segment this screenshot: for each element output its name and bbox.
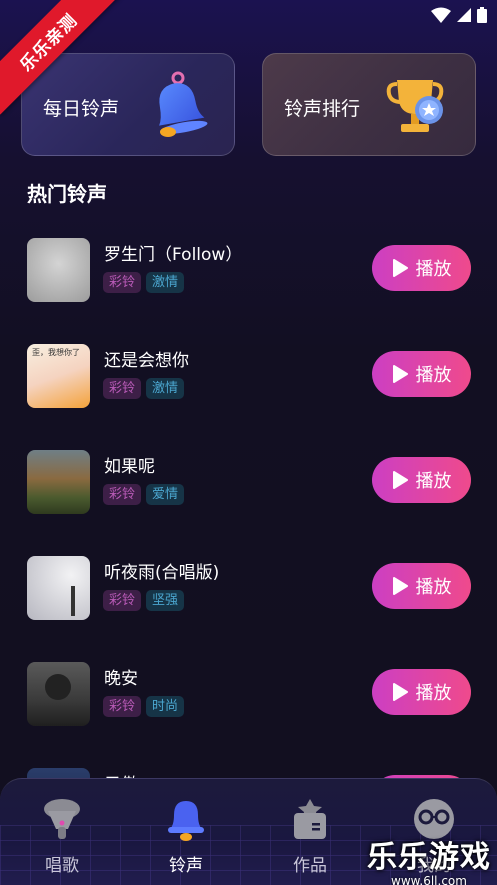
wifi-icon xyxy=(431,7,451,23)
nav-label: 铃声 xyxy=(169,856,203,876)
microphone-icon xyxy=(44,799,80,839)
nav-works[interactable]: 作品 xyxy=(265,797,355,876)
play-label: 播放 xyxy=(415,365,452,386)
song-cover xyxy=(27,556,90,620)
play-icon xyxy=(392,365,408,383)
song-title: 如果呢 xyxy=(104,457,155,477)
trophy-icon xyxy=(386,80,444,132)
watermark-text: 乐乐游戏 xyxy=(367,840,491,875)
play-label: 播放 xyxy=(415,259,452,280)
play-label: 播放 xyxy=(415,683,452,704)
song-title: 晚安 xyxy=(104,669,138,689)
song-tag: 彩铃 xyxy=(103,378,142,399)
play-button[interactable]: 播放 xyxy=(372,563,471,609)
daily-ringtone-label: 每日铃声 xyxy=(43,98,120,120)
section-title: 热门铃声 xyxy=(27,182,107,206)
song-tag: 彩铃 xyxy=(103,590,142,611)
song-title: 听夜雨(合唱版) xyxy=(104,563,220,583)
play-icon xyxy=(392,471,408,489)
song-tag: 彩铃 xyxy=(103,272,142,293)
nav-ringtone[interactable]: 铃声 xyxy=(141,797,231,876)
ringtone-ranking-card[interactable]: 铃声排行 xyxy=(262,53,476,156)
play-icon xyxy=(392,577,408,595)
song-item[interactable]: 如果呢 彩铃 爱情 播放 xyxy=(27,450,471,516)
song-cover xyxy=(27,662,90,726)
song-tag: 彩铃 xyxy=(103,696,142,717)
signal-icon xyxy=(457,8,471,22)
song-item[interactable]: 罗生门（Follow） 彩铃 激情 播放 xyxy=(27,238,471,304)
song-cover xyxy=(27,238,90,302)
song-title: 还是会想你 xyxy=(104,351,189,371)
song-item[interactable]: 晚安 彩铃 时尚 播放 xyxy=(27,662,471,728)
cover-caption: 歪，我想你了 xyxy=(32,348,80,357)
song-cover xyxy=(27,450,90,514)
song-title: 罗生门（Follow） xyxy=(104,245,243,265)
battery-icon xyxy=(477,7,487,23)
nav-label: 作品 xyxy=(293,856,327,876)
bell-icon xyxy=(168,801,204,841)
daily-ringtone-card[interactable]: 每日铃声 xyxy=(21,53,235,156)
works-icon xyxy=(294,799,326,839)
play-button[interactable]: 播放 xyxy=(372,457,471,503)
ringtone-ranking-label: 铃声排行 xyxy=(284,98,361,120)
song-tag: 彩铃 xyxy=(103,484,142,505)
song-tag: 爱情 xyxy=(146,484,185,505)
song-cover: 歪，我想你了 xyxy=(27,344,90,408)
watermark: 乐乐游戏 www.6ll.com xyxy=(367,832,491,885)
song-tag: 激情 xyxy=(146,378,185,399)
play-button[interactable]: 播放 xyxy=(372,351,471,397)
play-button[interactable]: 播放 xyxy=(372,669,471,715)
song-tag: 激情 xyxy=(146,272,185,293)
nav-sing[interactable]: 唱歌 xyxy=(17,797,107,876)
song-tag: 时尚 xyxy=(146,696,185,717)
play-label: 播放 xyxy=(415,471,452,492)
play-label: 播放 xyxy=(415,577,452,598)
play-icon xyxy=(392,259,408,277)
play-button[interactable]: 播放 xyxy=(372,245,471,291)
bell-icon xyxy=(159,71,208,137)
song-item[interactable]: 听夜雨(合唱版) 彩铃 坚强 播放 xyxy=(27,556,471,622)
play-icon xyxy=(392,683,408,701)
song-tag: 坚强 xyxy=(146,590,185,611)
song-item[interactable]: 歪，我想你了 还是会想你 彩铃 激情 播放 xyxy=(27,344,471,410)
nav-label: 唱歌 xyxy=(45,856,79,876)
